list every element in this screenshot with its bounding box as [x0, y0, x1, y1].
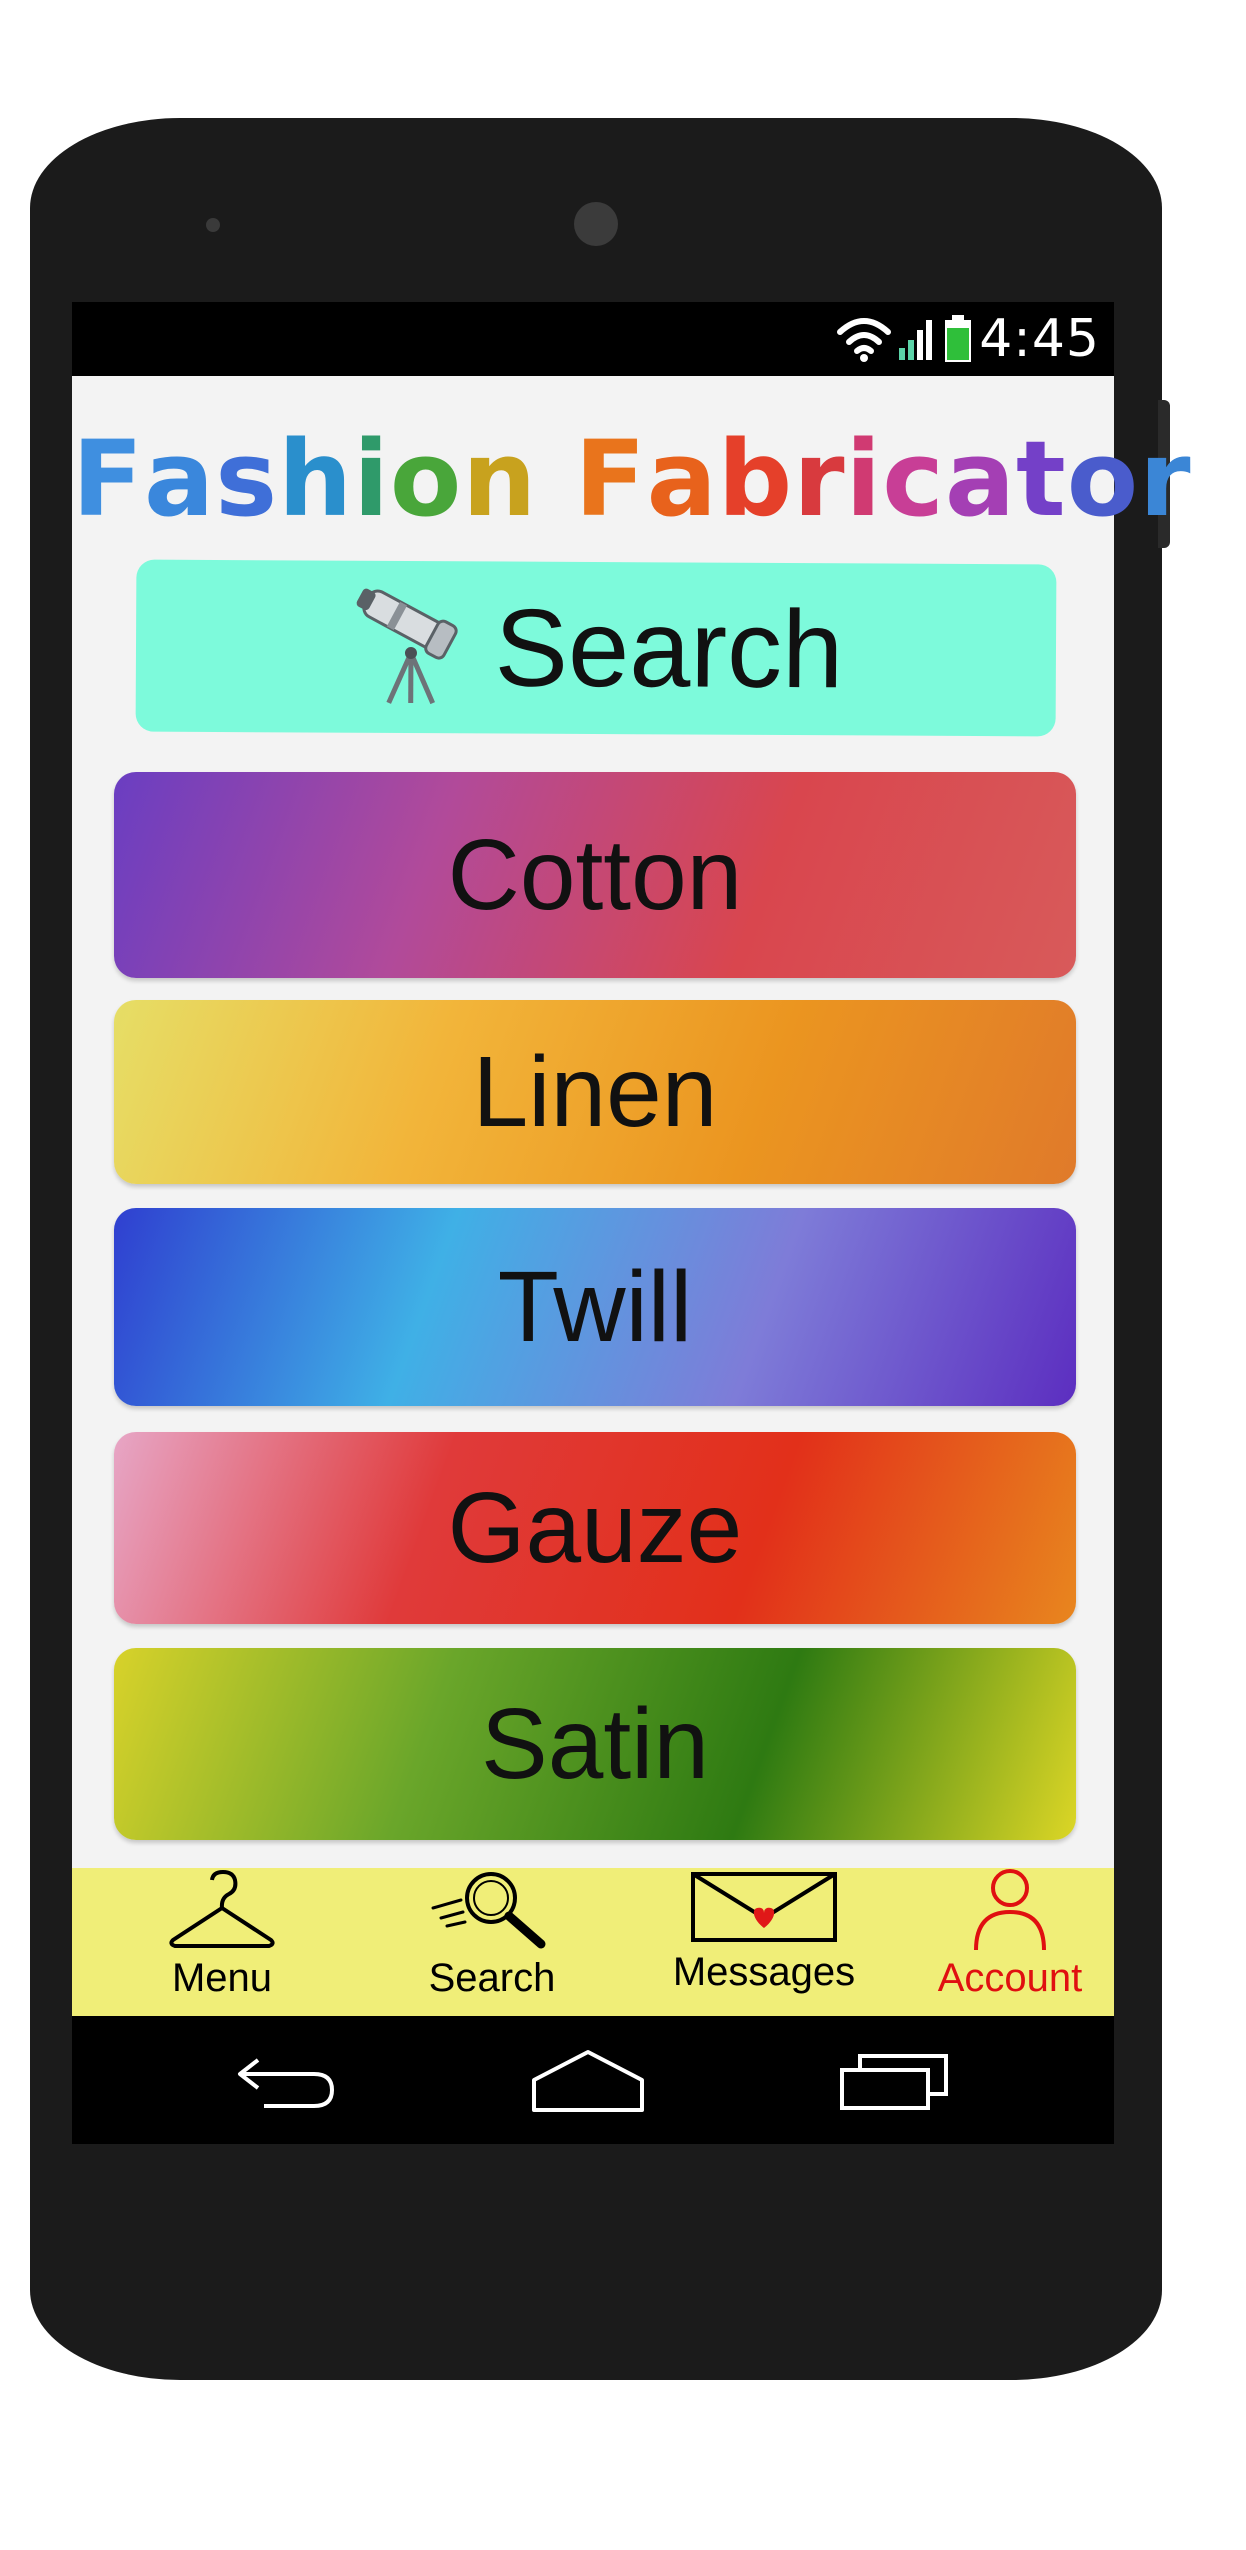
title-letter: a [944, 418, 1017, 540]
app-content: Fashion Fabricator Search Cotton Linen T… [72, 376, 1191, 1868]
title-letter: o [1066, 418, 1140, 540]
front-camera [574, 202, 618, 246]
title-letter: c [882, 418, 945, 540]
app-title: Fashion Fabricator [72, 418, 1191, 540]
fabric-label: Twill [497, 1250, 693, 1363]
title-letter: i [845, 418, 883, 540]
search-label: Search [494, 585, 844, 711]
title-letter: o [389, 418, 463, 540]
person-icon [974, 1869, 1046, 1951]
back-icon[interactable] [234, 2052, 338, 2110]
clock: 4:45 [979, 309, 1100, 369]
title-letter: s [215, 418, 279, 540]
title-letter: a [144, 418, 216, 540]
title-letter: n [462, 418, 538, 540]
title-letter: F [574, 418, 647, 540]
search-magnifier-icon [431, 1872, 546, 1949]
title-letter: r [793, 418, 846, 540]
bottom-nav: Menu Search Messages Account [72, 1868, 1114, 2016]
signal-icon [899, 320, 933, 360]
nav-menu-label: Menu [171, 1956, 273, 2000]
fabric-cotton-button[interactable]: Cotton [114, 772, 1076, 978]
fabric-label: Linen [472, 1035, 718, 1148]
envelope-heart-icon [691, 1872, 837, 1942]
hanger-icon [169, 1869, 275, 1948]
nav-search-label: Search [428, 1956, 556, 2000]
status-bar: 4:45 [72, 302, 1114, 376]
nav-account[interactable]: Account [910, 1868, 1110, 2016]
speaker [206, 218, 220, 232]
system-nav-bar [72, 2016, 1114, 2144]
fabric-twill-button[interactable]: Twill [114, 1208, 1076, 1406]
title-letter: a [646, 418, 718, 540]
title-letter: r [1139, 418, 1192, 540]
title-letter: b [717, 418, 794, 540]
fabric-linen-button[interactable]: Linen [114, 1000, 1076, 1184]
title-letter: F [72, 418, 145, 540]
nav-menu[interactable]: Menu [122, 1868, 322, 2016]
wifi-icon [837, 318, 892, 362]
recent-apps-icon[interactable] [838, 2052, 950, 2112]
fabric-label: Cotton [447, 818, 743, 931]
fabric-gauze-button[interactable]: Gauze [114, 1432, 1076, 1624]
fabric-label: Satin [481, 1687, 709, 1800]
telescope-icon [356, 588, 458, 705]
battery-icon [945, 315, 972, 362]
nav-search[interactable]: Search [382, 1868, 602, 2016]
search-button[interactable]: Search [135, 559, 1057, 737]
fabric-label: Gauze [447, 1471, 743, 1584]
fabric-satin-button[interactable]: Satin [114, 1648, 1076, 1840]
title-letter [537, 418, 574, 540]
title-letter: i [353, 418, 390, 540]
nav-messages[interactable]: Messages [644, 1868, 884, 2016]
nav-messages-label: Messages [672, 1950, 856, 1994]
title-letter: t [1016, 418, 1067, 540]
nav-account-label: Account [937, 1956, 1083, 2000]
home-icon[interactable] [528, 2046, 648, 2116]
title-letter: h [278, 418, 354, 540]
